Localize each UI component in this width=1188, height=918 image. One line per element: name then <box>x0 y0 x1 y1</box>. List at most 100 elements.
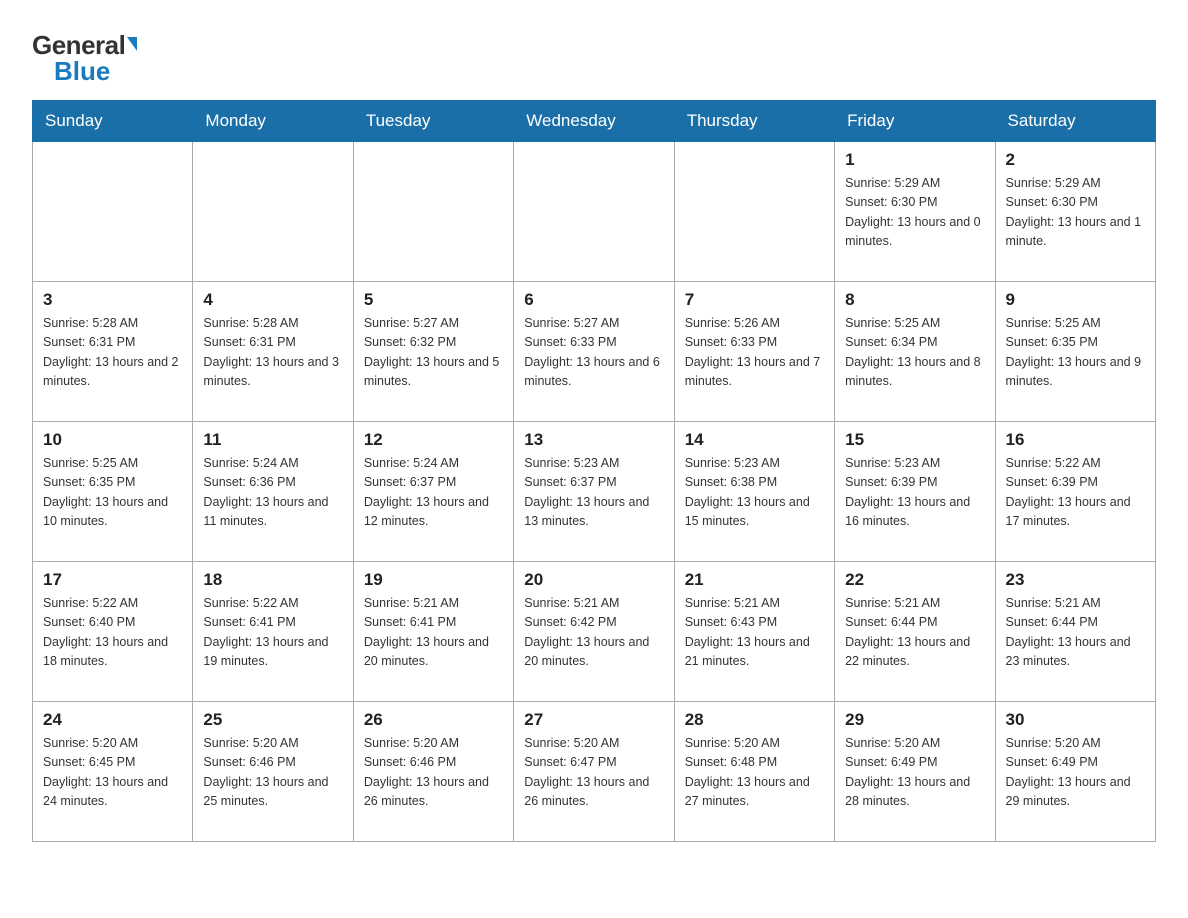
calendar-week-2: 3 Sunrise: 5:28 AMSunset: 6:31 PMDaylight… <box>33 282 1156 422</box>
calendar-day-11: 11 Sunrise: 5:24 AMSunset: 6:36 PMDayligh… <box>193 422 353 562</box>
calendar-day-14: 14 Sunrise: 5:23 AMSunset: 6:38 PMDayligh… <box>674 422 834 562</box>
day-number: 10 <box>43 430 182 450</box>
calendar-week-3: 10 Sunrise: 5:25 AMSunset: 6:35 PMDayligh… <box>33 422 1156 562</box>
day-number: 1 <box>845 150 984 170</box>
day-header-wednesday: Wednesday <box>514 101 674 142</box>
calendar-day-8: 8 Sunrise: 5:25 AMSunset: 6:34 PMDaylight… <box>835 282 995 422</box>
calendar-week-4: 17 Sunrise: 5:22 AMSunset: 6:40 PMDayligh… <box>33 562 1156 702</box>
day-info: Sunrise: 5:29 AMSunset: 6:30 PMDaylight:… <box>845 174 984 252</box>
calendar-week-5: 24 Sunrise: 5:20 AMSunset: 6:45 PMDayligh… <box>33 702 1156 842</box>
calendar-day-7: 7Sunrise: 5:26 AMSunset: 6:33 PMDaylight… <box>674 282 834 422</box>
day-info: Sunrise: 5:25 AMSunset: 6:35 PMDaylight:… <box>1006 314 1145 392</box>
calendar-day-1: 1 Sunrise: 5:29 AMSunset: 6:30 PMDaylight… <box>835 142 995 282</box>
day-info: Sunrise: 5:20 AMSunset: 6:46 PMDaylight:… <box>364 734 503 812</box>
logo-blue-text: Blue <box>54 58 110 84</box>
day-number: 22 <box>845 570 984 590</box>
day-info: Sunrise: 5:22 AMSunset: 6:39 PMDaylight:… <box>1006 454 1145 532</box>
calendar-day-26: 26 Sunrise: 5:20 AMSunset: 6:46 PMDayligh… <box>353 702 513 842</box>
day-number: 14 <box>685 430 824 450</box>
day-info: Sunrise: 5:21 AMSunset: 6:43 PMDaylight:… <box>685 594 824 672</box>
calendar-day-28: 28 Sunrise: 5:20 AMSunset: 6:48 PMDayligh… <box>674 702 834 842</box>
day-info: Sunrise: 5:28 AMSunset: 6:31 PMDaylight:… <box>43 314 182 392</box>
day-number: 2 <box>1006 150 1145 170</box>
day-number: 26 <box>364 710 503 730</box>
day-info: Sunrise: 5:27 AMSunset: 6:33 PMDaylight:… <box>524 314 663 392</box>
day-number: 3 <box>43 290 182 310</box>
calendar-day-24: 24 Sunrise: 5:20 AMSunset: 6:45 PMDayligh… <box>33 702 193 842</box>
day-number: 13 <box>524 430 663 450</box>
calendar-day-6: 6 Sunrise: 5:27 AMSunset: 6:33 PMDaylight… <box>514 282 674 422</box>
day-number: 23 <box>1006 570 1145 590</box>
day-number: 30 <box>1006 710 1145 730</box>
calendar-day-18: 18 Sunrise: 5:22 AMSunset: 6:41 PMDayligh… <box>193 562 353 702</box>
calendar-day-3: 3 Sunrise: 5:28 AMSunset: 6:31 PMDaylight… <box>33 282 193 422</box>
calendar-day-27: 27 Sunrise: 5:20 AMSunset: 6:47 PMDayligh… <box>514 702 674 842</box>
day-info: Sunrise: 5:22 AMSunset: 6:40 PMDaylight:… <box>43 594 182 672</box>
day-info: Sunrise: 5:24 AMSunset: 6:36 PMDaylight:… <box>203 454 342 532</box>
calendar-day-21: 21Sunrise: 5:21 AMSunset: 6:43 PMDayligh… <box>674 562 834 702</box>
day-info: Sunrise: 5:28 AMSunset: 6:31 PMDaylight:… <box>203 314 342 392</box>
day-number: 17 <box>43 570 182 590</box>
calendar-day-23: 23 Sunrise: 5:21 AMSunset: 6:44 PMDayligh… <box>995 562 1155 702</box>
day-header-tuesday: Tuesday <box>353 101 513 142</box>
calendar-day-19: 19 Sunrise: 5:21 AMSunset: 6:41 PMDayligh… <box>353 562 513 702</box>
day-info: Sunrise: 5:20 AMSunset: 6:47 PMDaylight:… <box>524 734 663 812</box>
calendar-day-2: 2Sunrise: 5:29 AMSunset: 6:30 PMDaylight… <box>995 142 1155 282</box>
calendar-day-empty <box>193 142 353 282</box>
day-info: Sunrise: 5:20 AMSunset: 6:49 PMDaylight:… <box>845 734 984 812</box>
day-info: Sunrise: 5:25 AMSunset: 6:34 PMDaylight:… <box>845 314 984 392</box>
day-number: 7 <box>685 290 824 310</box>
day-number: 24 <box>43 710 182 730</box>
day-info: Sunrise: 5:20 AMSunset: 6:46 PMDaylight:… <box>203 734 342 812</box>
day-info: Sunrise: 5:23 AMSunset: 6:38 PMDaylight:… <box>685 454 824 532</box>
day-header-saturday: Saturday <box>995 101 1155 142</box>
page-header: General Blue <box>32 24 1156 84</box>
day-info: Sunrise: 5:24 AMSunset: 6:37 PMDaylight:… <box>364 454 503 532</box>
day-info: Sunrise: 5:20 AMSunset: 6:49 PMDaylight:… <box>1006 734 1145 812</box>
day-number: 29 <box>845 710 984 730</box>
calendar-week-1: 1 Sunrise: 5:29 AMSunset: 6:30 PMDaylight… <box>33 142 1156 282</box>
day-number: 8 <box>845 290 984 310</box>
day-header-sunday: Sunday <box>33 101 193 142</box>
calendar-day-4: 4 Sunrise: 5:28 AMSunset: 6:31 PMDaylight… <box>193 282 353 422</box>
day-info: Sunrise: 5:20 AMSunset: 6:45 PMDaylight:… <box>43 734 182 812</box>
day-info: Sunrise: 5:21 AMSunset: 6:44 PMDaylight:… <box>845 594 984 672</box>
calendar-day-empty <box>674 142 834 282</box>
day-number: 9 <box>1006 290 1145 310</box>
calendar-day-10: 10 Sunrise: 5:25 AMSunset: 6:35 PMDayligh… <box>33 422 193 562</box>
calendar-day-empty <box>514 142 674 282</box>
calendar-day-30: 30 Sunrise: 5:20 AMSunset: 6:49 PMDayligh… <box>995 702 1155 842</box>
day-info: Sunrise: 5:22 AMSunset: 6:41 PMDaylight:… <box>203 594 342 672</box>
calendar-day-20: 20 Sunrise: 5:21 AMSunset: 6:42 PMDayligh… <box>514 562 674 702</box>
day-number: 15 <box>845 430 984 450</box>
day-info: Sunrise: 5:21 AMSunset: 6:41 PMDaylight:… <box>364 594 503 672</box>
calendar-day-empty <box>353 142 513 282</box>
calendar-day-13: 13Sunrise: 5:23 AMSunset: 6:37 PMDayligh… <box>514 422 674 562</box>
calendar-table: SundayMondayTuesdayWednesdayThursdayFrid… <box>32 100 1156 842</box>
day-header-thursday: Thursday <box>674 101 834 142</box>
day-number: 5 <box>364 290 503 310</box>
day-number: 28 <box>685 710 824 730</box>
logo: General Blue <box>32 32 137 84</box>
day-number: 18 <box>203 570 342 590</box>
day-number: 27 <box>524 710 663 730</box>
day-info: Sunrise: 5:20 AMSunset: 6:48 PMDaylight:… <box>685 734 824 812</box>
day-number: 11 <box>203 430 342 450</box>
day-number: 20 <box>524 570 663 590</box>
day-number: 4 <box>203 290 342 310</box>
days-header-row: SundayMondayTuesdayWednesdayThursdayFrid… <box>33 101 1156 142</box>
calendar-day-29: 29 Sunrise: 5:20 AMSunset: 6:49 PMDayligh… <box>835 702 995 842</box>
logo-general-text: General <box>32 32 125 58</box>
calendar-day-12: 12 Sunrise: 5:24 AMSunset: 6:37 PMDayligh… <box>353 422 513 562</box>
day-info: Sunrise: 5:25 AMSunset: 6:35 PMDaylight:… <box>43 454 182 532</box>
calendar-day-22: 22 Sunrise: 5:21 AMSunset: 6:44 PMDayligh… <box>835 562 995 702</box>
day-number: 25 <box>203 710 342 730</box>
calendar-day-15: 15Sunrise: 5:23 AMSunset: 6:39 PMDayligh… <box>835 422 995 562</box>
day-info: Sunrise: 5:21 AMSunset: 6:42 PMDaylight:… <box>524 594 663 672</box>
day-number: 6 <box>524 290 663 310</box>
day-info: Sunrise: 5:21 AMSunset: 6:44 PMDaylight:… <box>1006 594 1145 672</box>
logo-triangle-icon <box>127 37 137 51</box>
day-number: 12 <box>364 430 503 450</box>
calendar-day-empty <box>33 142 193 282</box>
day-number: 19 <box>364 570 503 590</box>
